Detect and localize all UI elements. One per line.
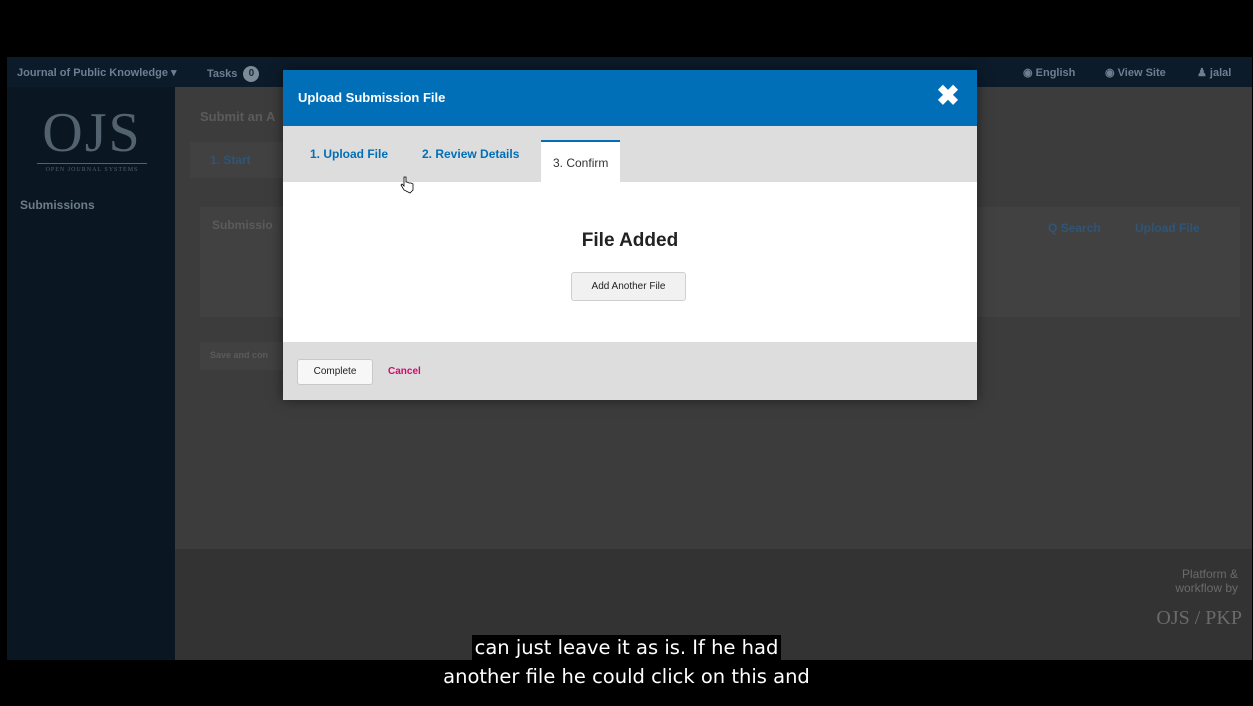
caption-line-2: another file he could click on this and xyxy=(0,664,1253,689)
ojs-logo[interactable]: OJS OPEN JOURNAL SYSTEMS xyxy=(37,105,147,173)
tab-review-details[interactable]: 2. Review Details xyxy=(410,126,531,182)
hand-pointer-icon xyxy=(400,176,414,194)
logo-text: OJS xyxy=(42,102,142,164)
tab-confirm[interactable]: 3. Confirm xyxy=(541,140,621,182)
save-continue-button[interactable]: Save and con xyxy=(200,342,285,370)
sidebar: OJS OPEN JOURNAL SYSTEMS Submissions xyxy=(7,87,175,660)
upload-file-modal: Upload Submission File ✖ 1. Upload File … xyxy=(283,70,977,400)
language-menu[interactable]: ◉ English xyxy=(1023,66,1075,79)
modal-body: File Added Add Another File xyxy=(283,182,977,342)
file-added-heading: File Added xyxy=(581,230,679,251)
caption-text-1: can just leave it as is. If he had xyxy=(471,635,782,660)
page-title: Submit an A xyxy=(200,109,276,124)
caption-text-2: another file he could click on this and xyxy=(440,664,813,689)
caption-line-1: can just leave it as is. If he had xyxy=(0,635,1253,660)
step-tabs: 1. Start xyxy=(190,142,290,178)
save-continue-label: Save and con xyxy=(210,350,269,360)
tasks-menu[interactable]: Tasks 0 xyxy=(207,66,260,82)
sidebar-item-submissions[interactable]: Submissions xyxy=(20,198,95,212)
tasks-count-badge: 0 xyxy=(243,66,260,82)
view-site-link[interactable]: ◉ View Site xyxy=(1105,66,1166,79)
tab-upload-file[interactable]: 1. Upload File xyxy=(298,126,400,182)
add-another-file-button[interactable]: Add Another File xyxy=(571,272,686,301)
journal-context-menu[interactable]: Journal of Public Knowledge ▾ xyxy=(17,66,177,79)
user-menu[interactable]: ♟ jalal xyxy=(1197,66,1231,79)
complete-button[interactable]: Complete xyxy=(297,359,373,385)
modal-title: Upload Submission File xyxy=(298,90,446,105)
modal-tabs: 1. Upload File 2. Review Details 3. Conf… xyxy=(283,126,977,182)
footer-pkp-logo[interactable]: OJS / PKP xyxy=(1156,607,1242,630)
tasks-label: Tasks xyxy=(207,67,238,80)
modal-header: Upload Submission File ✖ xyxy=(283,70,977,126)
tab-start[interactable]: 1. Start xyxy=(210,153,251,167)
logo-subtitle: OPEN JOURNAL SYSTEMS xyxy=(45,167,139,173)
search-link[interactable]: Q Search xyxy=(1048,221,1101,235)
cancel-link[interactable]: Cancel xyxy=(388,366,421,377)
upload-file-link[interactable]: Upload File xyxy=(1135,221,1200,235)
modal-footer: Complete Cancel xyxy=(283,342,977,400)
footer-platform-text: Platform & workflow by xyxy=(1175,567,1238,595)
panel-title: Submissio xyxy=(212,218,273,232)
close-icon[interactable]: ✖ xyxy=(935,82,961,110)
